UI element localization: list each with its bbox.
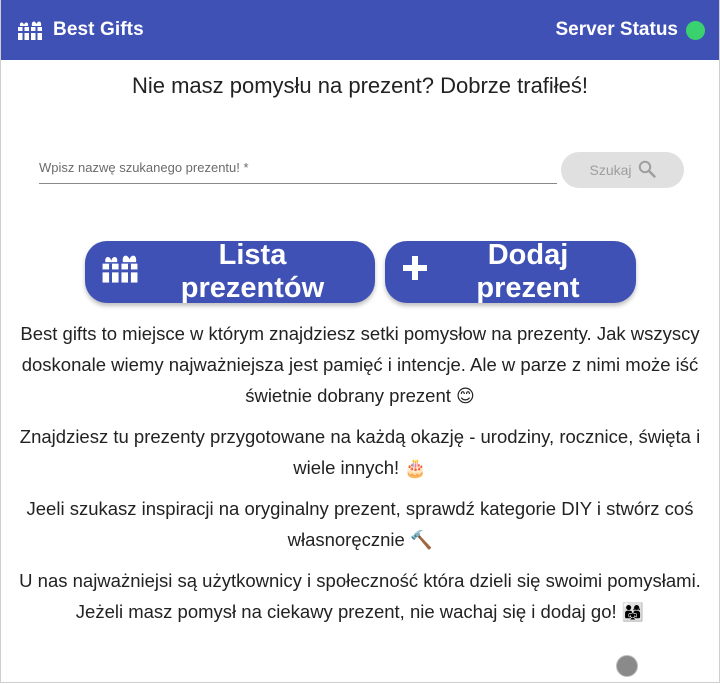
gift-icon: [17, 19, 43, 41]
description-paragraph: Jeeli szukasz inspiracji na oryginalny p…: [26, 498, 694, 551]
search-bar: Szukaj: [39, 152, 684, 188]
server-status: Server Status: [555, 19, 705, 41]
plus-icon: [401, 254, 429, 290]
add-gift-button[interactable]: Dodaj prezent: [384, 239, 636, 304]
description-paragraph: Best gifts to miejsce w którym znajdzies…: [20, 323, 700, 407]
family-emoji-icon: 👨‍👩‍👧: [621, 602, 645, 623]
search-icon: [638, 160, 656, 181]
gift-icon: [101, 252, 139, 292]
gift-list-button-label: Lista prezentów: [180, 239, 325, 304]
hammer-emoji-icon: 🔨: [409, 530, 433, 551]
search-input[interactable]: [39, 152, 557, 183]
search-button-label: Szukaj: [589, 162, 632, 178]
brand[interactable]: Best Gifts: [17, 19, 144, 41]
description: Best gifts to miejsce w którym znajdzies…: [11, 318, 709, 637]
gift-list-button[interactable]: Lista prezentów: [84, 239, 375, 304]
description-paragraph: U nas najważniejsi są użytkownicy i społ…: [19, 570, 701, 623]
status-indicator-icon: [686, 20, 705, 40]
main-actions: Lista prezentów Dodaj prezent: [1, 239, 719, 304]
app-frame: Best Gifts Server Status Nie masz pomysł…: [0, 0, 720, 683]
server-status-label: Server Status: [555, 19, 678, 40]
app-bar: Best Gifts Server Status: [1, 0, 719, 60]
scroll-indicator[interactable]: [616, 655, 638, 677]
add-gift-button-label: Dodaj prezent: [476, 239, 580, 304]
description-paragraph: Znajdziesz tu prezenty przygotowane na k…: [19, 426, 701, 479]
page-headline: Nie masz pomysłu na prezent? Dobrze traf…: [131, 73, 589, 98]
cake-emoji-icon: 🎂: [404, 458, 427, 479]
brand-title: Best Gifts: [53, 19, 144, 40]
search-field[interactable]: [39, 152, 557, 184]
smile-emoji-icon: 😊: [456, 386, 475, 407]
search-button[interactable]: Szukaj: [561, 152, 684, 188]
